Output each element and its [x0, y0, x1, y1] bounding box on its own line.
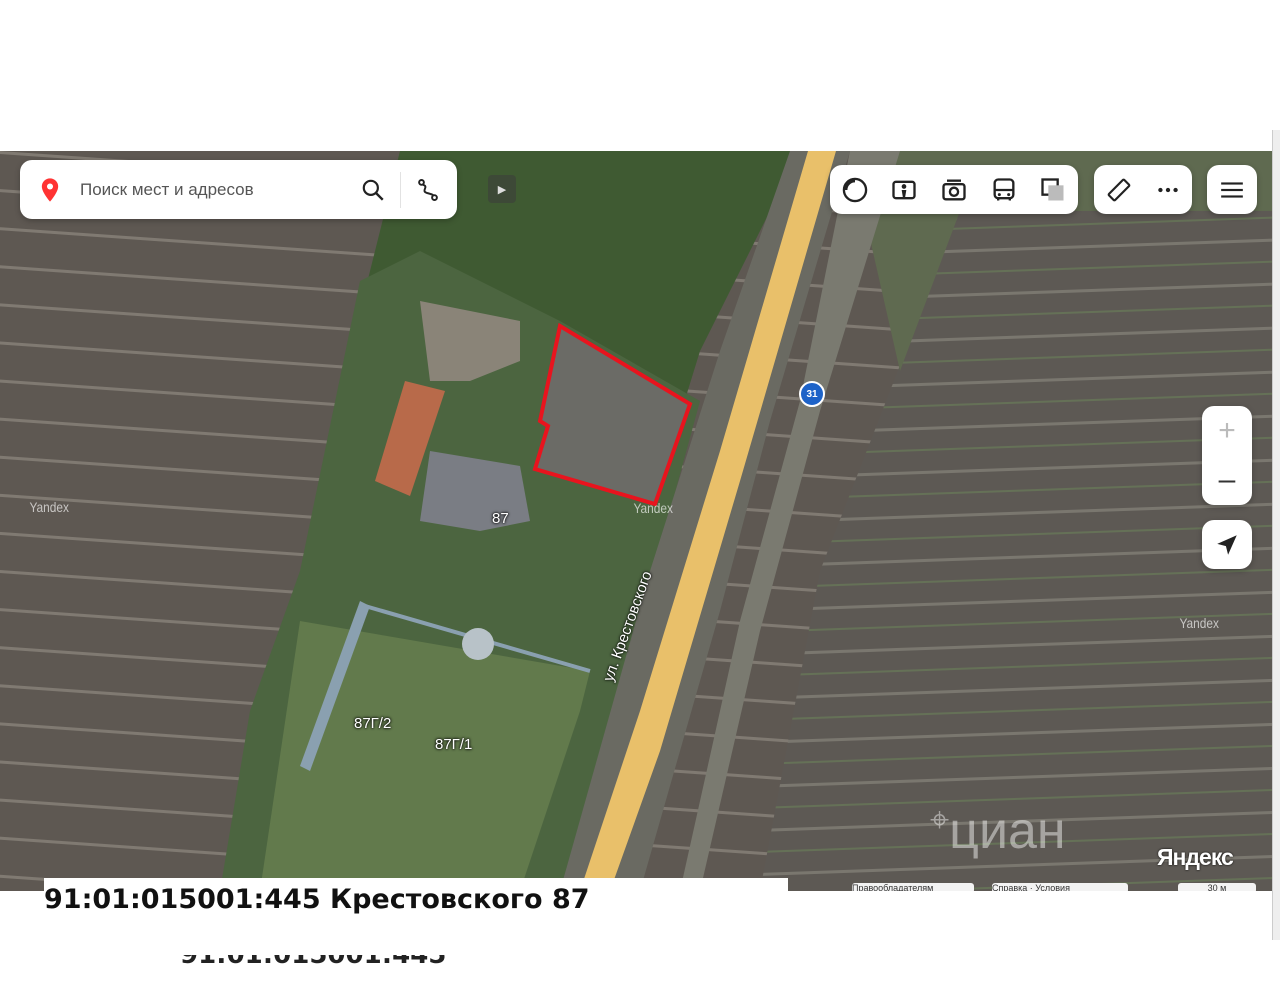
satellite-map[interactable]: ▶ 87 87Г/2 87Г/1 ул. Крестовского Yandex…	[0, 151, 1272, 891]
zoom-control: + –	[1202, 406, 1252, 505]
more-button[interactable]	[1145, 167, 1191, 213]
search-icon	[362, 179, 384, 201]
hamburger-icon	[1221, 181, 1243, 198]
road-number-badge: 31	[799, 381, 825, 407]
collapse-panel-button[interactable]: ▶	[488, 175, 516, 203]
menu-button[interactable]	[1207, 165, 1257, 214]
overlay-icon	[1041, 177, 1064, 200]
more-icon	[1157, 187, 1178, 192]
route-icon	[418, 178, 438, 201]
zoom-out-button[interactable]: –	[1202, 455, 1252, 504]
search-input[interactable]: Поиск мест и адресов	[80, 180, 350, 200]
transit-icon	[993, 177, 1015, 200]
divider	[400, 171, 401, 208]
route-button[interactable]	[405, 167, 451, 213]
copyright-link[interactable]: Правообладателям	[852, 883, 974, 891]
photo-button[interactable]	[931, 167, 977, 213]
house-label: 87	[492, 510, 509, 527]
map-layer-icon	[842, 177, 868, 202]
scale-bar: 30 м	[1178, 883, 1256, 891]
yandex-logo[interactable]: Яндекс	[1157, 844, 1234, 871]
cadastral-caption: 91:01:015001:445 Крестовского 87	[44, 884, 590, 915]
map-layer-button[interactable]	[832, 167, 878, 213]
cian-watermark: ⌖циан	[930, 801, 1066, 860]
yandex-watermark: Yandex	[1179, 615, 1219, 631]
location-pin-icon	[41, 177, 59, 202]
cropped-caption: 91:01:015001:445	[180, 955, 446, 969]
yandex-watermark: Yandex	[633, 500, 673, 516]
panorama-icon	[892, 180, 917, 199]
layers-toolbar	[830, 165, 1078, 214]
page-edge	[1272, 130, 1280, 940]
map-footer: Правообладателям Справка · Условия 30 м	[852, 883, 1256, 891]
search-button[interactable]	[350, 167, 396, 213]
tools-toolbar	[1094, 165, 1192, 214]
satellite-imagery	[0, 151, 1272, 891]
overlay-button[interactable]	[1030, 167, 1076, 213]
yandex-watermark: Yandex	[29, 499, 69, 515]
house-label: 87Г/2	[354, 715, 392, 732]
search-bar[interactable]: Поиск мест и адресов	[20, 160, 457, 219]
locate-me-button[interactable]	[1202, 520, 1252, 569]
navigation-arrow-icon	[1217, 534, 1237, 555]
panorama-button[interactable]	[881, 167, 927, 213]
transit-button[interactable]	[981, 167, 1027, 213]
house-label: 87Г/1	[435, 736, 473, 753]
terms-link[interactable]: Справка · Условия	[992, 883, 1128, 891]
zoom-in-button[interactable]: +	[1202, 406, 1252, 455]
photo-icon	[942, 179, 966, 200]
ruler-button[interactable]	[1096, 167, 1142, 213]
ruler-icon	[1107, 178, 1130, 201]
